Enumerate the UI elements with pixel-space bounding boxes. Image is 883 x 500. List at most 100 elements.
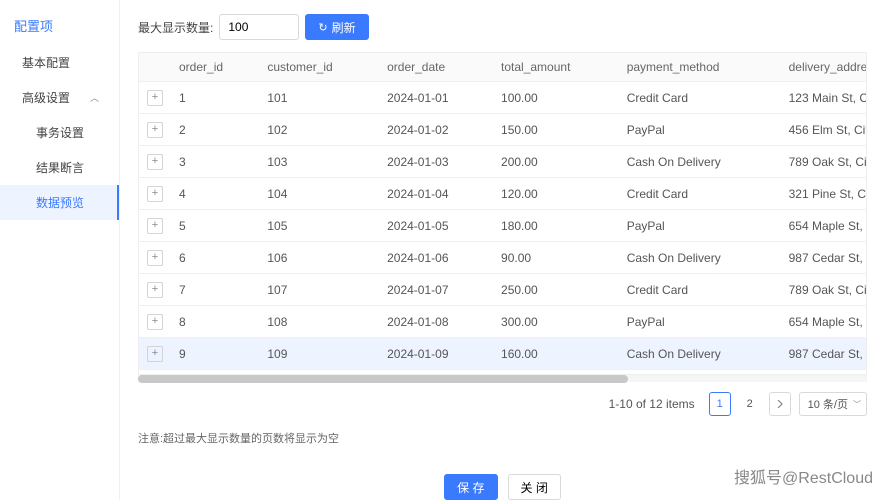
table-cell: 987 Cedar St, City, xyxy=(781,242,867,274)
table-cell: 3 xyxy=(171,146,259,178)
column-header: total_amount xyxy=(493,53,619,82)
table-cell: 123 Main St, City, S xyxy=(781,82,867,114)
table-cell: 6 xyxy=(171,242,259,274)
scrollbar-thumb[interactable] xyxy=(138,375,628,383)
table-cell: 2024-01-04 xyxy=(379,178,493,210)
expand-row-button[interactable]: + xyxy=(147,122,163,138)
table-row[interactable]: +31032024-01-03200.00Cash On Delivery789… xyxy=(139,146,867,178)
next-page-button[interactable] xyxy=(769,392,791,416)
table-cell: 160.00 xyxy=(493,338,619,370)
table-cell: 789 Oak St, City, St xyxy=(781,274,867,306)
table-cell: 90.00 xyxy=(493,242,619,274)
sidebar-title: 配置项 xyxy=(0,8,119,45)
expand-row-button[interactable]: + xyxy=(147,250,163,266)
main-panel: 最大显示数量: ↻ 刷新 order_idcustomer_idorder_da… xyxy=(120,0,883,500)
table-row[interactable]: +21022024-01-02150.00PayPal456 Elm St, C… xyxy=(139,114,867,146)
note-text: 注意:超过最大显示数量的页数将显示为空 xyxy=(138,430,867,446)
table-cell: 9 xyxy=(171,338,259,370)
column-header: payment_method xyxy=(619,53,781,82)
chevron-up-icon: ︿ xyxy=(90,91,99,104)
sidebar-item-label: 高级设置 xyxy=(22,89,70,106)
toolbar: 最大显示数量: ↻ 刷新 xyxy=(138,14,867,40)
pagination-info: 1-10 of 12 items xyxy=(609,397,695,411)
refresh-button[interactable]: ↻ 刷新 xyxy=(305,14,368,40)
sidebar-item-assertion[interactable]: 结果断言 xyxy=(0,150,119,185)
table-cell: PayPal xyxy=(619,210,781,242)
table-cell: 200.00 xyxy=(493,146,619,178)
page-2-button[interactable]: 2 xyxy=(739,392,761,416)
table-cell: 250.00 xyxy=(493,274,619,306)
table-cell: 1 xyxy=(171,82,259,114)
table-row[interactable]: +71072024-01-07250.00Credit Card789 Oak … xyxy=(139,274,867,306)
column-header: customer_id xyxy=(259,53,379,82)
table-cell: Cash On Delivery xyxy=(619,242,781,274)
table-cell: 100.00 xyxy=(493,82,619,114)
table-row[interactable]: +61062024-01-0690.00Cash On Delivery987 … xyxy=(139,242,867,274)
table-cell: 5 xyxy=(171,210,259,242)
watermark: 搜狐号@RestCloud xyxy=(734,464,873,488)
table-cell: 2024-01-01 xyxy=(379,82,493,114)
expand-row-button[interactable]: + xyxy=(147,154,163,170)
expand-row-button[interactable]: + xyxy=(147,314,163,330)
table-cell: 8 xyxy=(171,306,259,338)
table-cell: 2024-01-06 xyxy=(379,242,493,274)
column-header: order_date xyxy=(379,53,493,82)
table-row[interactable]: +81082024-01-08300.00PayPal654 Maple St,… xyxy=(139,306,867,338)
table-cell: PayPal xyxy=(619,306,781,338)
table-row[interactable]: +41042024-01-04120.00Credit Card321 Pine… xyxy=(139,178,867,210)
table-cell: 107 xyxy=(259,274,379,306)
close-button[interactable]: 关 闭 xyxy=(508,474,561,500)
table-cell: 2024-01-09 xyxy=(379,338,493,370)
table-cell: 654 Maple St, City, xyxy=(781,306,867,338)
table-cell: 105 xyxy=(259,210,379,242)
horizontal-scrollbar[interactable] xyxy=(138,375,867,382)
expand-row-button[interactable]: + xyxy=(147,90,163,106)
table-cell: 2024-01-07 xyxy=(379,274,493,306)
pagination: 1-10 of 12 items 1 2 10 条/页 ﹀ xyxy=(138,392,867,416)
sidebar-item-label: 基本配置 xyxy=(22,54,70,71)
max-display-input[interactable] xyxy=(219,14,299,40)
table-cell: 456 Elm St, City, St xyxy=(781,114,867,146)
table-cell: PayPal xyxy=(619,114,781,146)
sidebar-item-advanced[interactable]: 高级设置 ︿ xyxy=(0,80,119,115)
table-cell: 789 Oak St, City, St xyxy=(781,146,867,178)
refresh-icon: ↻ xyxy=(318,21,327,34)
table-cell: 321 Pine St, City, S xyxy=(781,178,867,210)
page-size-label: 10 条/页 xyxy=(808,396,848,412)
table-cell: 2024-01-03 xyxy=(379,146,493,178)
expand-row-button[interactable]: + xyxy=(147,282,163,298)
table-cell: 150.00 xyxy=(493,114,619,146)
table-cell: 106 xyxy=(259,242,379,274)
table-cell: 102 xyxy=(259,114,379,146)
column-header: delivery_address xyxy=(781,53,867,82)
expand-row-button[interactable]: + xyxy=(147,218,163,234)
table-cell: 300.00 xyxy=(493,306,619,338)
page-size-select[interactable]: 10 条/页 ﹀ xyxy=(799,392,867,416)
table-cell: 180.00 xyxy=(493,210,619,242)
table-cell: 2024-01-05 xyxy=(379,210,493,242)
table-cell: 101 xyxy=(259,82,379,114)
sidebar-item-transaction[interactable]: 事务设置 xyxy=(0,115,119,150)
table-cell: 109 xyxy=(259,338,379,370)
table-row[interactable]: +11012024-01-01100.00Credit Card123 Main… xyxy=(139,82,867,114)
data-table: order_idcustomer_idorder_datetotal_amoun… xyxy=(138,52,867,375)
refresh-label: 刷新 xyxy=(332,19,356,36)
table-cell: 7 xyxy=(171,274,259,306)
table-cell: 654 Maple St, City, xyxy=(781,210,867,242)
sidebar-item-preview[interactable]: 数据预览 xyxy=(0,185,119,220)
max-display-label: 最大显示数量: xyxy=(138,19,213,36)
column-header: order_id xyxy=(171,53,259,82)
expand-row-button[interactable]: + xyxy=(147,346,163,362)
table-cell: 2 xyxy=(171,114,259,146)
table-cell: 120.00 xyxy=(493,178,619,210)
save-button[interactable]: 保 存 xyxy=(444,474,497,500)
expand-row-button[interactable]: + xyxy=(147,186,163,202)
sidebar-item-basic[interactable]: 基本配置 xyxy=(0,45,119,80)
table-row[interactable]: +91092024-01-09160.00Cash On Delivery987… xyxy=(139,338,867,370)
table-cell: 2024-01-02 xyxy=(379,114,493,146)
chevron-down-icon: ﹀ xyxy=(853,399,861,410)
table-cell: 103 xyxy=(259,146,379,178)
table-cell: 987 Cedar St, City, xyxy=(781,338,867,370)
table-row[interactable]: +51052024-01-05180.00PayPal654 Maple St,… xyxy=(139,210,867,242)
page-1-button[interactable]: 1 xyxy=(709,392,731,416)
